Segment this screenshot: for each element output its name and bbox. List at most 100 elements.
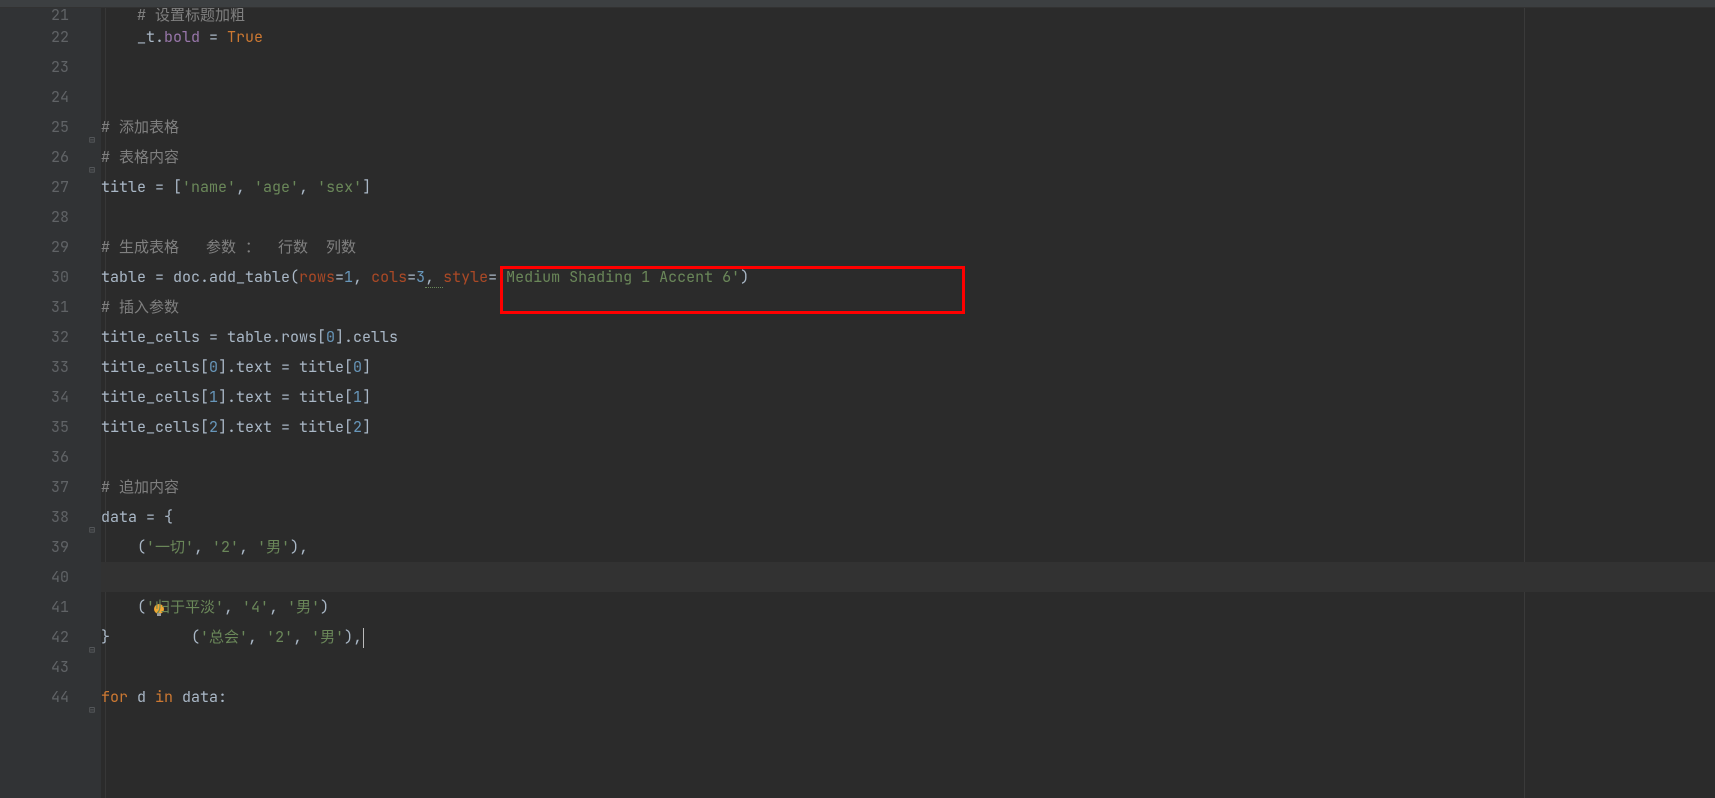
text: # 插入参数 [101,297,179,317]
fold-start-icon[interactable]: ⊟ [89,523,95,536]
line-number: 28 [17,202,69,232]
text: , [353,267,371,287]
text: d [137,687,155,707]
fold-start-icon[interactable]: ⊟ [89,163,95,176]
code-line[interactable]: title = ['name', 'age', 'sex'] [101,172,1715,202]
line-number: 25 [17,112,69,142]
text: 'Medium Shading 1 Accent 6' [497,267,740,287]
text: True [227,27,263,47]
text: } [101,627,110,647]
text: ].text = title[ [218,357,353,377]
text: ].text = title[ [218,387,353,407]
text: , [236,177,254,197]
code-line[interactable]: # 设置标题加粗 [101,8,1715,22]
line-number: 37 [17,472,69,502]
code-line[interactable]: } [101,622,1715,652]
text: 'name' [182,177,236,197]
fold-gutter: ⊟ ⊟ ⊟ ⊟ ⊟ [87,8,101,798]
text: in [155,687,182,707]
text: '4' [242,597,269,617]
line-number: 40 [17,562,69,592]
line-number: 38 [17,502,69,532]
line-number: 33 [17,352,69,382]
text: 0 [326,327,335,347]
fold-start-icon[interactable]: ⊟ [89,133,95,146]
code-line[interactable]: ('一切', '2', '男'), [101,532,1715,562]
text: 'age' [254,177,299,197]
text: ) [740,267,749,287]
text: title_cells[ [101,387,209,407]
code-area[interactable]: # 设置标题加粗 _t.bold = True # 添加表格 # 表格内容 ti… [101,8,1715,798]
code-line[interactable]: # 追加内容 [101,472,1715,502]
line-number: 39 [17,532,69,562]
code-line[interactable]: title_cells[2].text = title[2] [101,412,1715,442]
code-line[interactable] [101,652,1715,682]
code-line[interactable]: table = doc.add_table(rows=1, cols=3, st… [101,262,1715,292]
code-line-current[interactable]: ('总会', '2', '男'), [101,562,1715,592]
line-number: 41 [17,592,69,622]
text: data: [182,687,227,707]
code-line[interactable]: data = { [101,502,1715,532]
text: 2 [353,417,362,437]
code-line[interactable] [101,82,1715,112]
line-number: 34 [17,382,69,412]
code-line[interactable] [101,442,1715,472]
text: # 追加内容 [101,477,179,497]
line-number: 43 [17,652,69,682]
line-number-gutter: 2122232425262728293031323334353637383940… [17,8,87,798]
text: ), [290,537,308,557]
code-line[interactable]: ('归于平淡', '4', '男') [101,592,1715,622]
text: '男' [257,537,290,557]
text: 0 [353,357,362,377]
code-line[interactable]: title_cells[1].text = title[1] [101,382,1715,412]
line-number: 24 [17,82,69,112]
text: 1 [209,387,218,407]
line-number: 36 [17,442,69,472]
intention-bulb-icon[interactable] [79,568,95,584]
line-number: 32 [17,322,69,352]
text: _t. [101,27,164,47]
code-line[interactable]: # 生成表格 参数 ： 行数 列数 [101,232,1715,262]
line-number: 26 [17,142,69,172]
line-number: 35 [17,412,69,442]
text: ].cells [335,327,398,347]
code-line[interactable]: for d in data: [101,682,1715,712]
line-number: 31 [17,292,69,322]
text: for [101,687,137,707]
text: bold [164,27,200,47]
code-line[interactable]: # 插入参数 [101,292,1715,322]
line-number: 30 [17,262,69,292]
text: , [239,537,257,557]
line-number: 44 [17,682,69,712]
code-line[interactable] [101,52,1715,82]
text: ] [362,387,371,407]
text: = [335,267,344,287]
code-line[interactable] [101,202,1715,232]
code-editor[interactable]: 2122232425262728293031323334353637383940… [0,8,1715,798]
text: ] [362,177,371,197]
text: ( [101,537,146,557]
text: # 表格内容 [101,147,179,167]
text: , [299,177,317,197]
text: title_cells = table.rows[ [101,327,326,347]
text: 'sex' [317,177,362,197]
line-number: 29 [17,232,69,262]
text: 2 [209,417,218,437]
find-toolbar [0,0,1715,8]
text: ( [101,597,146,617]
text: 3 [416,267,425,287]
code-line[interactable]: # 添加表格 [101,112,1715,142]
code-line[interactable]: title_cells[0].text = title[0] [101,352,1715,382]
code-line[interactable]: title_cells = table.rows[0].cells [101,322,1715,352]
line-number: 21 [17,8,69,22]
text: title = [ [101,177,182,197]
text: '男' [287,597,320,617]
text: 1 [353,387,362,407]
text: = [200,27,227,47]
fold-start-icon[interactable]: ⊟ [89,703,95,716]
text: ] [362,357,371,377]
code-line[interactable]: _t.bold = True [101,22,1715,52]
text: title_cells[ [101,357,209,377]
code-line[interactable]: # 表格内容 [101,142,1715,172]
text: 0 [209,357,218,377]
